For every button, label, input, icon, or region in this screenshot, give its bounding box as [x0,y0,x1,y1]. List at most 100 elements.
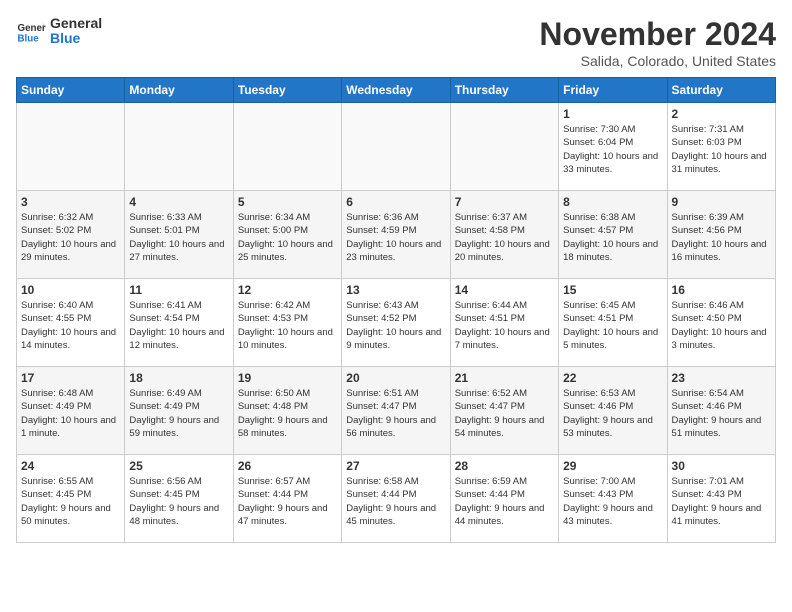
calendar-cell: 1 Sunrise: 7:30 AM Sunset: 6:04 PM Daylig… [559,103,667,191]
day-info: Sunrise: 6:42 AM Sunset: 4:53 PM Dayligh… [238,299,337,352]
calendar-cell: 4 Sunrise: 6:33 AM Sunset: 5:01 PM Daylig… [125,191,233,279]
day-info: Sunrise: 6:58 AM Sunset: 4:44 PM Dayligh… [346,475,445,528]
day-number: 8 [563,195,662,209]
day-info: Sunrise: 6:52 AM Sunset: 4:47 PM Dayligh… [455,387,554,440]
day-info: Sunrise: 7:30 AM Sunset: 6:04 PM Dayligh… [563,123,662,176]
calendar-cell [17,103,125,191]
day-number: 4 [129,195,228,209]
calendar-cell: 27 Sunrise: 6:58 AM Sunset: 4:44 PM Dayli… [342,455,450,543]
day-info: Sunrise: 6:56 AM Sunset: 4:45 PM Dayligh… [129,475,228,528]
day-number: 13 [346,283,445,297]
day-info: Sunrise: 6:36 AM Sunset: 4:59 PM Dayligh… [346,211,445,264]
day-info: Sunrise: 6:43 AM Sunset: 4:52 PM Dayligh… [346,299,445,352]
calendar-week-4: 17 Sunrise: 6:48 AM Sunset: 4:49 PM Dayli… [17,367,776,455]
calendar-cell: 21 Sunrise: 6:52 AM Sunset: 4:47 PM Dayli… [450,367,558,455]
calendar-cell: 24 Sunrise: 6:55 AM Sunset: 4:45 PM Dayli… [17,455,125,543]
day-number: 3 [21,195,120,209]
calendar-cell: 8Sunrise: 6:38 AM Sunset: 4:57 PM Daylig… [559,191,667,279]
calendar-cell: 30 Sunrise: 7:01 AM Sunset: 4:43 PM Dayli… [667,455,775,543]
day-info: Sunrise: 6:57 AM Sunset: 4:44 PM Dayligh… [238,475,337,528]
calendar-cell: 26 Sunrise: 6:57 AM Sunset: 4:44 PM Dayli… [233,455,341,543]
day-info: Sunrise: 6:37 AM Sunset: 4:58 PM Dayligh… [455,211,554,264]
calendar-cell: 5 Sunrise: 6:34 AM Sunset: 5:00 PM Daylig… [233,191,341,279]
day-number: 21 [455,371,554,385]
day-info: Sunrise: 6:40 AM Sunset: 4:55 PM Dayligh… [21,299,120,352]
calendar-cell: 13 Sunrise: 6:43 AM Sunset: 4:52 PM Dayli… [342,279,450,367]
day-number: 12 [238,283,337,297]
calendar-cell: 15Sunrise: 6:45 AM Sunset: 4:51 PM Dayli… [559,279,667,367]
day-info: Sunrise: 6:34 AM Sunset: 5:00 PM Dayligh… [238,211,337,264]
weekday-friday: Friday [559,78,667,103]
day-info: Sunrise: 6:49 AM Sunset: 4:49 PM Dayligh… [129,387,228,440]
day-info: Sunrise: 6:41 AM Sunset: 4:54 PM Dayligh… [129,299,228,352]
calendar-cell: 2Sunrise: 7:31 AM Sunset: 6:03 PM Daylig… [667,103,775,191]
day-info: Sunrise: 6:59 AM Sunset: 4:44 PM Dayligh… [455,475,554,528]
calendar-cell: 16 Sunrise: 6:46 AM Sunset: 4:50 PM Dayli… [667,279,775,367]
calendar-cell: 22 Sunrise: 6:53 AM Sunset: 4:46 PM Dayli… [559,367,667,455]
day-info: Sunrise: 6:51 AM Sunset: 4:47 PM Dayligh… [346,387,445,440]
weekday-tuesday: Tuesday [233,78,341,103]
day-info: Sunrise: 6:54 AM Sunset: 4:46 PM Dayligh… [672,387,771,440]
calendar-cell: 3 Sunrise: 6:32 AM Sunset: 5:02 PM Daylig… [17,191,125,279]
weekday-thursday: Thursday [450,78,558,103]
day-number: 5 [238,195,337,209]
calendar-body: 1 Sunrise: 7:30 AM Sunset: 6:04 PM Daylig… [17,103,776,543]
day-number: 6 [346,195,445,209]
day-number: 11 [129,283,228,297]
day-info: Sunrise: 6:33 AM Sunset: 5:01 PM Dayligh… [129,211,228,264]
day-number: 20 [346,371,445,385]
day-number: 19 [238,371,337,385]
calendar-cell: 14 Sunrise: 6:44 AM Sunset: 4:51 PM Dayli… [450,279,558,367]
day-number: 26 [238,459,337,473]
day-number: 10 [21,283,120,297]
day-number: 24 [21,459,120,473]
calendar-cell [233,103,341,191]
day-number: 23 [672,371,771,385]
calendar-cell: 17 Sunrise: 6:48 AM Sunset: 4:49 PM Dayli… [17,367,125,455]
day-info: Sunrise: 6:55 AM Sunset: 4:45 PM Dayligh… [21,475,120,528]
day-number: 14 [455,283,554,297]
calendar-table: SundayMondayTuesdayWednesdayThursdayFrid… [16,77,776,543]
day-number: 17 [21,371,120,385]
calendar-cell: 25Sunrise: 6:56 AM Sunset: 4:45 PM Dayli… [125,455,233,543]
calendar-week-3: 10 Sunrise: 6:40 AM Sunset: 4:55 PM Dayli… [17,279,776,367]
calendar-cell: 12 Sunrise: 6:42 AM Sunset: 4:53 PM Dayli… [233,279,341,367]
day-info: Sunrise: 6:53 AM Sunset: 4:46 PM Dayligh… [563,387,662,440]
month-year-title: November 2024 [539,16,776,53]
logo-blue: Blue [50,31,102,46]
day-info: Sunrise: 6:45 AM Sunset: 4:51 PM Dayligh… [563,299,662,352]
day-number: 27 [346,459,445,473]
day-info: Sunrise: 6:50 AM Sunset: 4:48 PM Dayligh… [238,387,337,440]
calendar-cell [125,103,233,191]
day-number: 28 [455,459,554,473]
weekday-sunday: Sunday [17,78,125,103]
calendar-cell: 18 Sunrise: 6:49 AM Sunset: 4:49 PM Dayli… [125,367,233,455]
day-number: 16 [672,283,771,297]
logo-general: General [50,16,102,31]
day-info: Sunrise: 6:32 AM Sunset: 5:02 PM Dayligh… [21,211,120,264]
day-number: 22 [563,371,662,385]
logo-icon: General Blue [16,16,46,46]
location-subtitle: Salida, Colorado, United States [539,53,776,69]
title-block: November 2024 Salida, Colorado, United S… [539,16,776,69]
day-info: Sunrise: 7:00 AM Sunset: 4:43 PM Dayligh… [563,475,662,528]
day-info: Sunrise: 6:39 AM Sunset: 4:56 PM Dayligh… [672,211,771,264]
day-number: 1 [563,107,662,121]
day-number: 29 [563,459,662,473]
calendar-cell: 20 Sunrise: 6:51 AM Sunset: 4:47 PM Dayli… [342,367,450,455]
day-info: Sunrise: 7:31 AM Sunset: 6:03 PM Dayligh… [672,123,771,176]
day-info: Sunrise: 6:48 AM Sunset: 4:49 PM Dayligh… [21,387,120,440]
day-number: 30 [672,459,771,473]
calendar-cell: 29 Sunrise: 7:00 AM Sunset: 4:43 PM Dayli… [559,455,667,543]
calendar-cell: 6 Sunrise: 6:36 AM Sunset: 4:59 PM Daylig… [342,191,450,279]
day-number: 9 [672,195,771,209]
calendar-cell: 9 Sunrise: 6:39 AM Sunset: 4:56 PM Daylig… [667,191,775,279]
day-info: Sunrise: 6:44 AM Sunset: 4:51 PM Dayligh… [455,299,554,352]
calendar-week-5: 24 Sunrise: 6:55 AM Sunset: 4:45 PM Dayli… [17,455,776,543]
day-info: Sunrise: 7:01 AM Sunset: 4:43 PM Dayligh… [672,475,771,528]
day-info: Sunrise: 6:46 AM Sunset: 4:50 PM Dayligh… [672,299,771,352]
weekday-header-row: SundayMondayTuesdayWednesdayThursdayFrid… [17,78,776,103]
calendar-week-2: 3 Sunrise: 6:32 AM Sunset: 5:02 PM Daylig… [17,191,776,279]
day-number: 7 [455,195,554,209]
day-number: 18 [129,371,228,385]
